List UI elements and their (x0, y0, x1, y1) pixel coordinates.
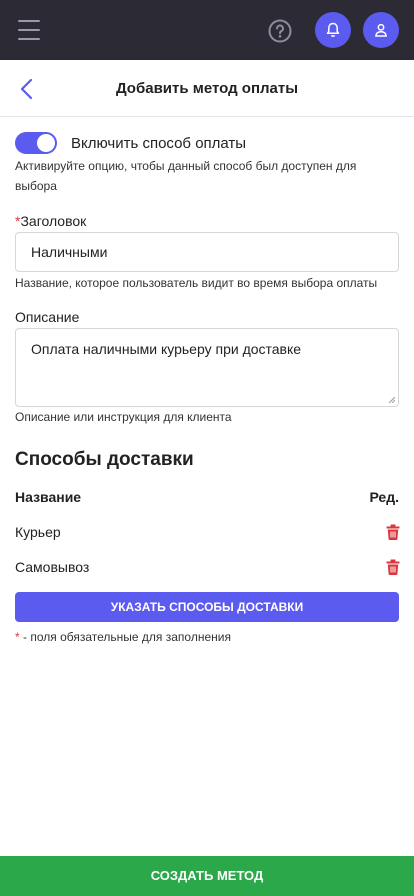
profile-button[interactable] (363, 12, 399, 48)
toggle-hint: Активируйте опцию, чтобы данный способ б… (15, 159, 357, 193)
specify-delivery-methods-button[interactable]: УКАЗАТЬ СПОСОБЫ ДОСТАВКИ (15, 592, 399, 622)
toggle-label: Включить способ оплаты (71, 135, 247, 152)
column-header-name: Название (15, 489, 82, 505)
required-fields-note: * - поля обязательные для заполнения (15, 630, 231, 644)
required-note-text: - поля обязательные для заполнения (19, 630, 231, 644)
bell-icon (326, 22, 340, 37)
column-header-edit: Ред. (369, 489, 399, 505)
hamburger-icon[interactable] (18, 20, 40, 40)
toggle-knob (37, 134, 55, 152)
notifications-button[interactable] (315, 12, 351, 48)
help-circle-icon[interactable] (268, 19, 292, 43)
description-hint: Описание или инструкция для клиента (15, 410, 232, 424)
create-method-button[interactable]: СОЗДАТЬ МЕТОД (0, 856, 414, 896)
description-text: Оплата наличными курьеру при доставке (31, 341, 302, 357)
enable-payment-toggle[interactable] (15, 132, 57, 154)
trash-icon[interactable] (386, 559, 400, 575)
delivery-row-name: Курьер (15, 524, 61, 540)
trash-icon[interactable] (386, 524, 400, 540)
title-input[interactable]: Наличными (15, 232, 399, 272)
title-label-text: Заголовок (20, 213, 87, 229)
delivery-section-title: Способы доставки (15, 449, 194, 470)
user-icon (375, 23, 387, 37)
description-field-label: Описание (15, 309, 80, 325)
title-field-label: *Заголовок (15, 213, 86, 229)
description-textarea[interactable]: Оплата наличными курьеру при доставке (15, 328, 399, 407)
resize-grip-icon[interactable] (389, 397, 395, 403)
page-title: Добавить метод оплаты (115, 80, 299, 97)
delivery-row-name: Самовывоз (15, 559, 90, 575)
top-bar (0, 0, 414, 60)
title-hint: Название, которое пользователь видит во … (15, 276, 378, 290)
page-header: Добавить метод оплаты (0, 60, 414, 117)
